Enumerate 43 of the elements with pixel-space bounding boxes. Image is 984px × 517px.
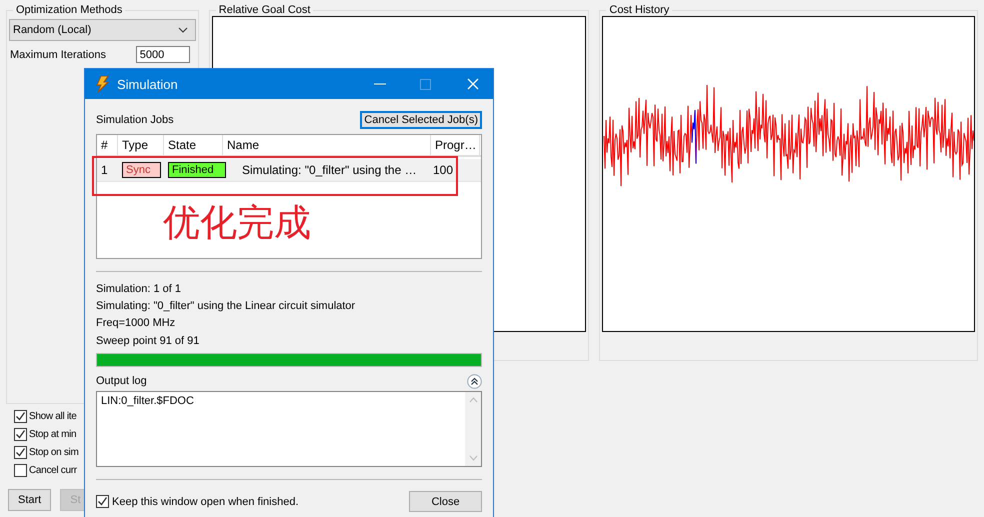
close-button[interactable]: Close xyxy=(409,491,482,512)
column-header[interactable]: # xyxy=(97,135,118,155)
close-icon[interactable] xyxy=(467,78,479,90)
type-badge: Sync xyxy=(122,162,161,178)
method-dropdown[interactable]: Random (Local) xyxy=(9,19,196,41)
field-label: Maximum Iterations xyxy=(10,48,106,60)
option-label: Stop at min xyxy=(29,429,76,440)
section-label: Output log xyxy=(96,375,147,387)
minimize-icon[interactable] xyxy=(374,83,386,85)
checkbox[interactable] xyxy=(96,495,109,508)
column-header[interactable]: Type xyxy=(118,135,164,155)
iterations-field[interactable]: 5000 xyxy=(136,46,190,63)
chevron-icon xyxy=(178,27,188,33)
column-header[interactable]: Name xyxy=(223,135,431,155)
checkbox[interactable] xyxy=(14,410,27,423)
table-cell-text: 1 xyxy=(100,163,109,177)
option-label: Stop on sim xyxy=(29,447,79,458)
sweep-label: Sweep point 91 of 91 xyxy=(96,335,200,349)
checkbox[interactable] xyxy=(14,428,27,441)
column-header[interactable]: Progr… xyxy=(431,135,480,155)
lightning-icon xyxy=(94,75,110,93)
annotation-text: 优化完成 xyxy=(163,201,311,245)
table-cell-text: 100 xyxy=(432,163,454,177)
option-label: Cancel curr xyxy=(29,465,77,476)
table-cell-text: Simulating: "0_filter" using the … xyxy=(241,163,418,177)
cancel-jobs-button[interactable]: Cancel Selected Job(s) xyxy=(360,111,482,129)
status-text: Simulating: "0_filter" using the Linear circuit simulator xyxy=(96,300,356,314)
checkbox[interactable] xyxy=(14,446,27,459)
option-label: Show all ite xyxy=(29,411,77,422)
status-text: Freq=1000 MHz xyxy=(96,317,176,331)
group-title: Relative Goal Cost xyxy=(218,4,312,16)
group-title: Cost History xyxy=(608,4,670,16)
window-title: Simulation xyxy=(117,76,179,92)
state-badge: Finished xyxy=(168,162,226,178)
log-text: LIN:0_filter.$FDOC xyxy=(100,394,195,409)
collapse-icon[interactable] xyxy=(467,374,482,388)
column-header[interactable]: State xyxy=(164,135,223,155)
action-button[interactable]: Start xyxy=(8,489,52,511)
option-label: Keep this window open when finished. xyxy=(112,496,300,508)
status-text: Simulation: 1 of 1 xyxy=(96,283,182,297)
group-title: Optimization Methods xyxy=(15,4,124,16)
checkbox[interactable] xyxy=(14,464,27,477)
section-label: Simulation Jobs xyxy=(96,114,174,126)
